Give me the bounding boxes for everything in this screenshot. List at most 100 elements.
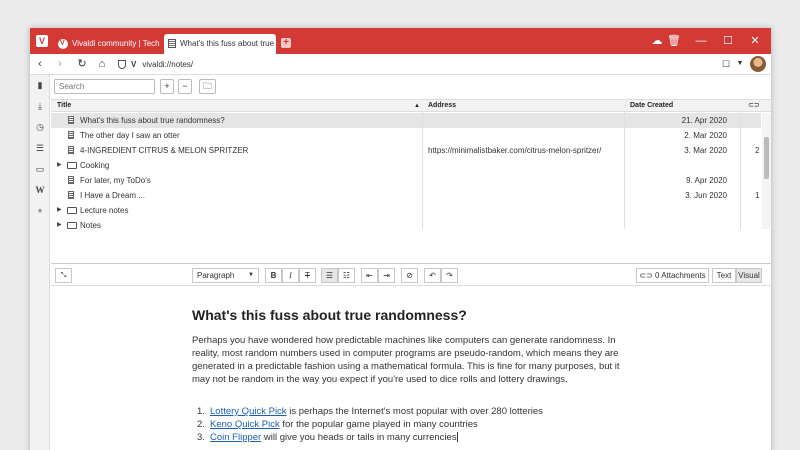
strikethrough-button[interactable]: T — [299, 268, 316, 283]
bookmarks-icon[interactable]: ▮ — [34, 79, 46, 91]
note-title: 4-INGREDIENT CITRUS & MELON SPRITZER — [80, 146, 249, 155]
text-cursor — [456, 432, 458, 443]
chevron-down-icon[interactable]: ▼ — [732, 56, 748, 72]
note-icon — [68, 176, 74, 184]
window-icon[interactable]: ▭ — [34, 163, 46, 175]
note-address[interactable]: https://minimalistbaker.com/citrus-melon… — [428, 143, 601, 158]
list-item: 2. Keno Quick Pick for the popular game p… — [192, 418, 652, 431]
add-panel-icon[interactable]: + — [34, 205, 46, 217]
remove-note-button[interactable]: − — [178, 79, 192, 94]
list-text: will give you heads or tails in many cur… — [261, 432, 457, 443]
note-icon — [68, 191, 74, 199]
keno-quick-pick-link[interactable]: Keno Quick Pick — [210, 419, 280, 430]
redo-button[interactable]: ↷ — [441, 268, 458, 283]
notes-icon — [168, 39, 176, 49]
expand-arrow-icon[interactable]: ▶ — [57, 218, 62, 229]
panel-strip: ▮ ⤓ ◷ ☰ ▭ W + — [30, 75, 50, 450]
expand-arrow-icon[interactable]: ▶ — [57, 203, 62, 218]
avatar[interactable] — [750, 56, 766, 72]
indent-button[interactable]: ⇥ — [378, 268, 395, 283]
paperclip-icon: ⊂⊃ — [639, 271, 653, 280]
note-title: The other day I saw an otter — [80, 131, 180, 140]
outdent-button[interactable]: ⇤ — [361, 268, 378, 283]
search-input[interactable] — [54, 79, 155, 94]
note-icon — [68, 116, 74, 124]
note-date: 3. Mar 2020 — [684, 146, 727, 155]
folder-icon — [67, 222, 77, 229]
note-paragraph: Perhaps you have wondered how predictabl… — [192, 335, 620, 385]
tab-notes-active[interactable]: What's this fuss about true — [164, 34, 276, 54]
note-date: 9. Apr 2020 — [686, 176, 727, 185]
note-editor[interactable]: What's this fuss about true randomness? … — [51, 287, 771, 450]
column-address[interactable]: Address — [428, 100, 456, 112]
maximize-button[interactable]: ☐ — [720, 33, 736, 49]
downloads-icon[interactable]: ⤓ — [34, 100, 46, 112]
address-text: vivaldi://notes/ — [142, 60, 194, 69]
list-number: 1. — [197, 406, 205, 417]
trash-icon[interactable]: 🗑 — [666, 33, 682, 49]
new-folder-button[interactable]: 🗀 — [199, 79, 216, 94]
address-bar-row: ‹ › ↻ ⌂ Vvivaldi://notes/ ☐ ▼ — [30, 54, 771, 75]
expand-arrow-icon[interactable]: ▶ — [57, 158, 62, 173]
close-button[interactable]: ✕ — [747, 33, 763, 49]
history-icon[interactable]: ◷ — [34, 121, 46, 133]
attachment-icon[interactable]: ⊂⊃ — [748, 100, 760, 112]
list-text: for the popular game played in many coun… — [279, 419, 478, 430]
mode-visual-button[interactable]: Visual — [736, 268, 762, 283]
tab-vivaldi-community[interactable]: Vivaldi community | Tech fo — [54, 34, 162, 54]
link-button[interactable]: ⊘ — [401, 268, 418, 283]
add-note-button[interactable]: + — [160, 79, 174, 94]
italic-button[interactable]: I — [282, 268, 299, 283]
attachments-button[interactable]: ⊂⊃ 0 Attachments — [636, 268, 709, 283]
folder-row[interactable]: ▶ Notes — [51, 218, 761, 229]
note-row[interactable]: I Have a Dream ... 3. Jun 2020 1 — [51, 188, 761, 203]
expand-editor-icon[interactable]: ⤡ — [55, 268, 72, 283]
undo-button[interactable]: ↶ — [424, 268, 441, 283]
scrollbar-thumb[interactable] — [764, 137, 769, 179]
attachments-label: 0 Attachments — [654, 271, 706, 280]
note-row[interactable]: For later, my ToDo's 9. Apr 2020 — [51, 173, 761, 188]
note-row[interactable]: The other day I saw an otter 2. Mar 2020 — [51, 128, 761, 143]
folder-row[interactable]: ▶ Lecture notes — [51, 203, 761, 218]
note-attachment-count: 1 — [755, 191, 760, 200]
coin-flipper-link[interactable]: Coin Flipper — [210, 432, 261, 443]
notes-column-header: Title ▲ Address Date Created ⊂⊃ — [51, 99, 771, 112]
note-row[interactable]: What's this fuss about true randomness? … — [51, 113, 761, 128]
address-field[interactable]: Vvivaldi://notes/ — [118, 57, 748, 72]
back-button[interactable]: ‹ — [32, 56, 48, 72]
minimize-button[interactable]: — — [693, 33, 709, 49]
folder-title: Cooking — [80, 161, 110, 170]
cloud-sync-icon[interactable]: ☁ — [649, 33, 665, 49]
note-icon — [68, 131, 74, 139]
folder-icon — [67, 207, 77, 214]
column-divider — [624, 112, 625, 229]
notes-scrollbar[interactable] — [762, 113, 771, 229]
tab-title: Vivaldi community | Tech fo — [72, 39, 162, 48]
home-button[interactable]: ⌂ — [94, 56, 110, 72]
forward-button[interactable]: › — [52, 56, 68, 72]
note-heading: What's this fuss about true randomness? — [192, 307, 467, 323]
notes-list: What's this fuss about true randomness? … — [51, 113, 771, 229]
column-title[interactable]: Title — [57, 100, 71, 112]
list-text: is perhaps the Internet's most popular w… — [286, 406, 543, 417]
folder-row[interactable]: ▶ Cooking — [51, 158, 761, 173]
reload-button[interactable]: ↻ — [74, 56, 90, 72]
editor-toolbar: ⤡ Paragraph ▼ B I T ☰ ☷ ⇤ ⇥ ⊘ ↶ ↷ ⊂⊃ 0 A… — [51, 263, 771, 286]
notes-icon[interactable]: ☰ — [34, 142, 46, 154]
paragraph-select[interactable]: Paragraph ▼ — [192, 268, 259, 283]
folder-icon — [67, 162, 77, 169]
bold-button[interactable]: B — [265, 268, 282, 283]
note-title: For later, my ToDo's — [80, 176, 151, 185]
ordered-list-button[interactable]: ☰ — [321, 268, 338, 283]
vivaldi-menu-icon[interactable]: V — [36, 35, 48, 47]
column-date-created[interactable]: Date Created — [630, 100, 673, 112]
list-number: 3. — [197, 432, 205, 443]
note-row[interactable]: 4-INGREDIENT CITRUS & MELON SPRITZER htt… — [51, 143, 761, 158]
lottery-quick-pick-link[interactable]: Lottery Quick Pick — [210, 406, 287, 417]
wikipedia-icon[interactable]: W — [34, 184, 46, 196]
mode-text-button[interactable]: Text — [712, 268, 736, 283]
note-list: 1. Lottery Quick Pick is perhaps the Inte… — [192, 405, 652, 444]
unordered-list-button[interactable]: ☷ — [338, 268, 355, 283]
new-tab-button[interactable]: + — [281, 38, 291, 48]
sort-chevron-icon[interactable]: ▲ — [414, 100, 420, 112]
